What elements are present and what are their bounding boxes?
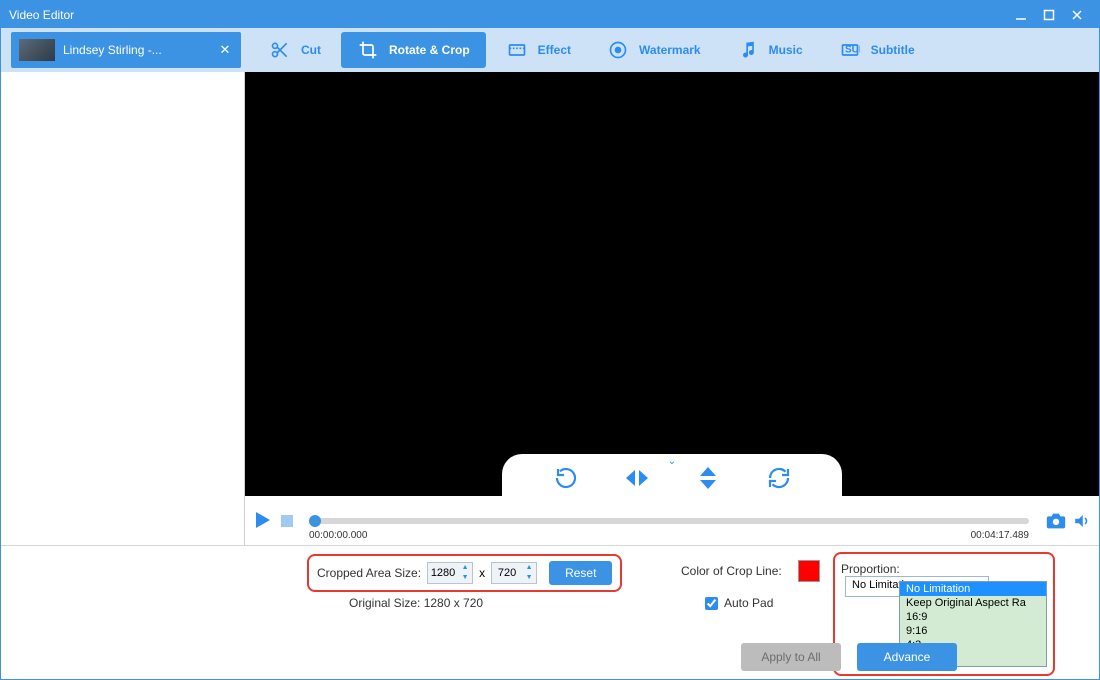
file-close-icon[interactable]: ✕ <box>217 42 233 58</box>
tab-effect[interactable]: Effect <box>490 32 587 68</box>
tab-label: Watermark <box>639 43 701 57</box>
rotate-right-button[interactable] <box>551 463 581 493</box>
subtitle-icon: SUB <box>839 39 861 61</box>
play-button[interactable] <box>253 510 275 532</box>
watermark-icon <box>607 39 629 61</box>
auto-pad-checkbox[interactable]: Auto Pad <box>705 596 773 610</box>
total-time: 00:04:17.489 <box>971 530 1029 541</box>
tab-label: Effect <box>538 43 571 57</box>
crop-line-color-label: Color of Crop Line: <box>681 564 782 578</box>
tab-music[interactable]: Music <box>721 32 819 68</box>
proportion-option[interactable]: 16:9 <box>900 610 1046 624</box>
file-tab[interactable]: Lindsey Stirling -... ✕ <box>11 32 241 68</box>
close-button[interactable] <box>1063 1 1091 28</box>
auto-pad-input[interactable] <box>705 597 718 610</box>
video-preview[interactable] <box>245 72 1099 496</box>
crop-height-input[interactable] <box>492 567 522 579</box>
effect-icon <box>506 39 528 61</box>
tab-label: Subtitle <box>871 43 915 57</box>
crop-width-field[interactable]: ▲▼ <box>427 562 473 584</box>
tool-tabs: Cut Rotate & Crop Effect Watermark Music… <box>247 30 1099 70</box>
cropped-area-group: Cropped Area Size: ▲▼ x ▲▼ Reset <box>307 554 622 592</box>
transport-bar: 00:00:00.000 00:04:17.489 <box>245 497 1099 545</box>
sidebar <box>1 72 245 545</box>
current-time: 00:00:00.000 <box>309 530 367 541</box>
crop-icon <box>357 39 379 61</box>
crop-line-color-swatch[interactable] <box>798 560 820 582</box>
seek-handle[interactable] <box>309 515 321 527</box>
proportion-option[interactable]: No Limitation <box>900 582 1046 596</box>
proportion-option[interactable]: 9:16 <box>900 624 1046 638</box>
rotate-flip-panel: ⌄ <box>502 454 842 496</box>
tab-subtitle[interactable]: SUB Subtitle <box>823 32 931 68</box>
music-icon <box>737 39 759 61</box>
tab-cut[interactable]: Cut <box>253 32 337 68</box>
scissors-icon <box>269 39 291 61</box>
stop-button[interactable] <box>281 515 293 527</box>
tab-label: Rotate & Crop <box>389 43 470 57</box>
snapshot-button[interactable] <box>1045 510 1067 532</box>
tab-label: Music <box>769 43 803 57</box>
window-title: Video Editor <box>9 8 1007 22</box>
crop-width-input[interactable] <box>428 567 458 579</box>
minimize-button[interactable] <box>1007 1 1035 28</box>
svg-text:SUB: SUB <box>845 45 860 56</box>
reset-button[interactable]: Reset <box>549 561 612 585</box>
auto-pad-label: Auto Pad <box>724 596 773 610</box>
original-size-label: Original Size: 1280 x 720 <box>349 596 483 610</box>
action-row: Apply to All Advance <box>741 643 957 671</box>
tab-watermark[interactable]: Watermark <box>591 32 717 68</box>
tab-rotate-crop[interactable]: Rotate & Crop <box>341 32 486 68</box>
bottom-panel: Cropped Area Size: ▲▼ x ▲▼ Reset Origina… <box>1 545 1099 679</box>
flip-vertical-button[interactable] <box>693 463 723 493</box>
file-thumbnail <box>19 39 55 61</box>
crop-height-field[interactable]: ▲▼ <box>491 562 537 584</box>
canvas-wrap: ⌄ 00:00:00.000 00:04:17.489 <box>245 72 1099 545</box>
main-row: ⌄ 00:00:00.000 00:04:17.489 <box>1 72 1099 545</box>
cropped-area-label: Cropped Area Size: <box>317 566 421 580</box>
volume-button[interactable] <box>1073 512 1091 530</box>
file-name: Lindsey Stirling -... <box>63 43 217 57</box>
seek-track[interactable]: 00:00:00.000 00:04:17.489 <box>309 518 1029 524</box>
apply-to-all-button[interactable]: Apply to All <box>741 643 841 671</box>
proportion-label: Proportion: <box>841 562 900 576</box>
tab-label: Cut <box>301 43 321 57</box>
top-strip: Lindsey Stirling -... ✕ Cut Rotate & Cro… <box>1 28 1099 72</box>
title-bar: Video Editor <box>1 1 1099 28</box>
advance-button[interactable]: Advance <box>857 643 957 671</box>
crop-width-spinner[interactable]: ▲▼ <box>458 563 472 583</box>
flip-horizontal-button[interactable] <box>622 463 652 493</box>
crop-height-spinner[interactable]: ▲▼ <box>522 563 536 583</box>
dimension-separator: x <box>479 566 485 580</box>
proportion-option[interactable]: Keep Original Aspect Ra <box>900 596 1046 610</box>
refresh-button[interactable] <box>764 463 794 493</box>
maximize-button[interactable] <box>1035 1 1063 28</box>
chevron-down-icon[interactable]: ⌄ <box>668 456 676 467</box>
